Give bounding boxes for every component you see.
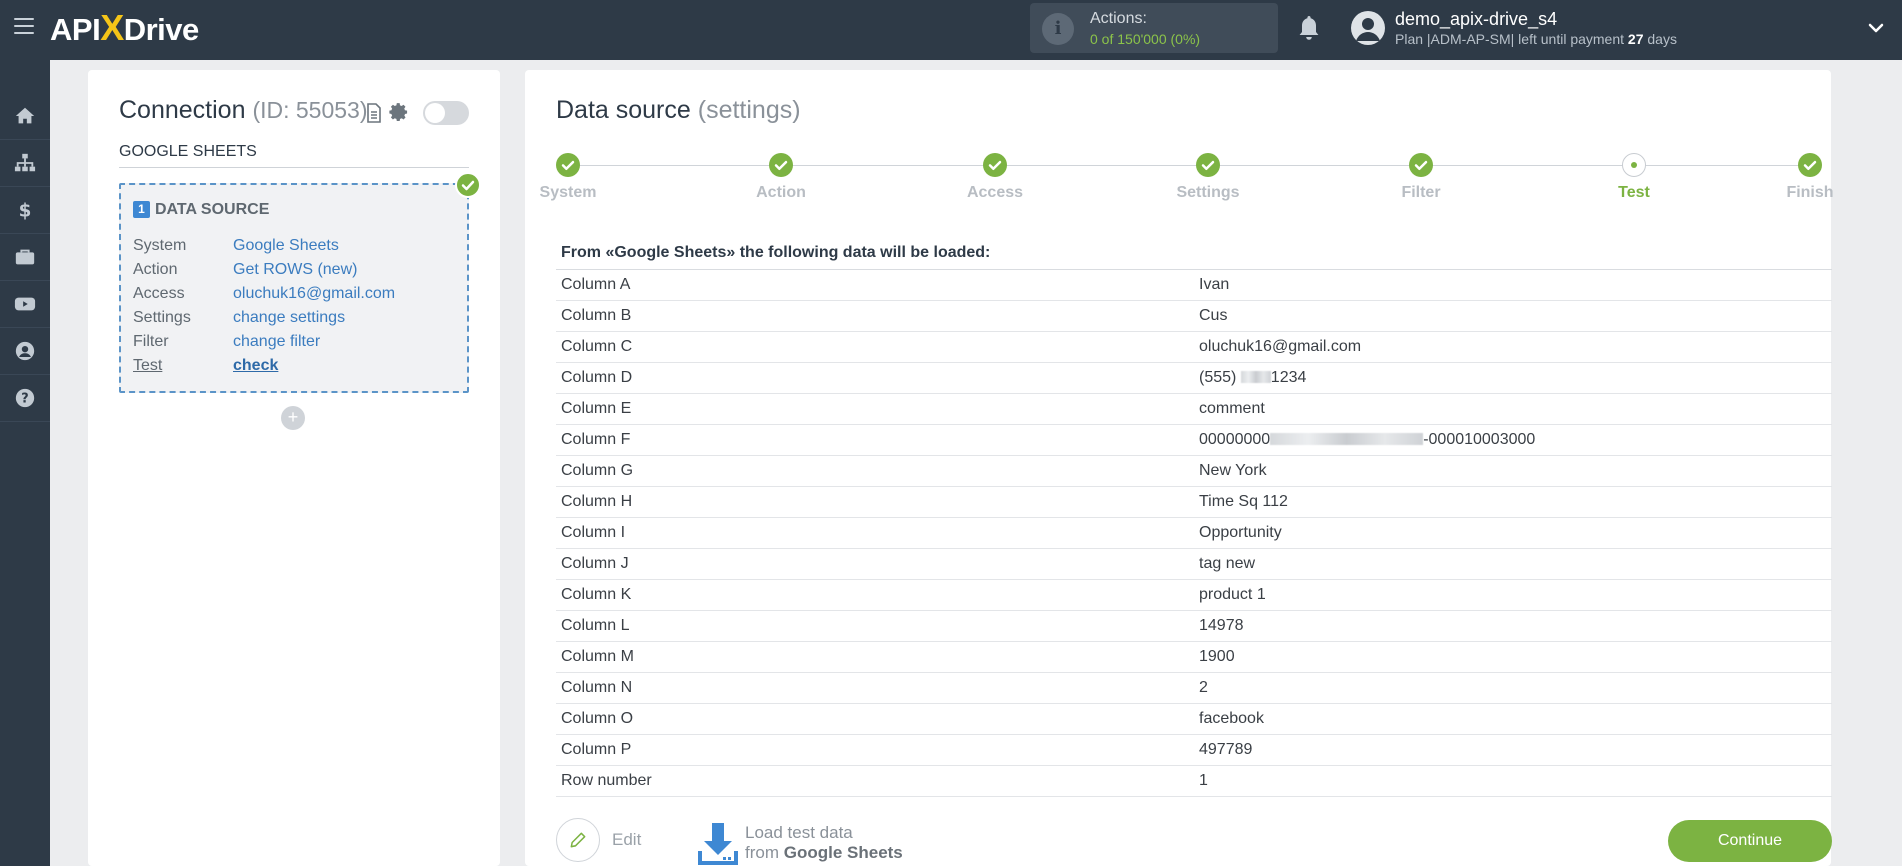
check-icon bbox=[556, 153, 580, 177]
check-icon bbox=[455, 172, 481, 198]
step-settings[interactable]: Settings bbox=[1148, 153, 1268, 202]
test-link[interactable]: check bbox=[233, 357, 278, 375]
check-icon bbox=[769, 153, 793, 177]
svg-text:?: ? bbox=[21, 392, 28, 407]
filter-link[interactable]: change filter bbox=[233, 333, 320, 351]
table-row: Column Ofacebook bbox=[556, 704, 1832, 735]
table-row: Column Kproduct 1 bbox=[556, 580, 1832, 611]
actions-label: Actions: bbox=[1090, 10, 1147, 27]
dollar-icon[interactable]: $ bbox=[0, 187, 50, 234]
sitemap-icon[interactable] bbox=[0, 140, 50, 187]
edit-button[interactable]: Edit bbox=[556, 818, 641, 862]
data-source-panel: Data source (settings) System Action Acc… bbox=[525, 70, 1834, 866]
service-name: GOOGLE SHEETS bbox=[119, 143, 469, 168]
avatar[interactable] bbox=[1351, 11, 1385, 45]
help-icon[interactable]: ? bbox=[0, 375, 50, 422]
settings-link[interactable]: change settings bbox=[233, 309, 345, 327]
table-row: Column A Ivan bbox=[556, 270, 1832, 301]
connection-panel: Connection (ID: 55053) GOOGLE SHEETS 1 DA… bbox=[88, 70, 500, 866]
check-icon bbox=[1409, 153, 1433, 177]
check-icon bbox=[1196, 153, 1220, 177]
user-icon[interactable] bbox=[0, 328, 50, 375]
actions-value: 0 of 150'000 (0%) bbox=[1090, 31, 1201, 47]
toggle-knob bbox=[425, 103, 445, 123]
step-finish[interactable]: Finish bbox=[1750, 153, 1870, 202]
system-link[interactable]: Google Sheets bbox=[233, 237, 339, 255]
check-icon bbox=[1798, 153, 1822, 177]
table-row: Column B Cus bbox=[556, 301, 1832, 332]
step-action[interactable]: Action bbox=[721, 153, 841, 202]
table-row: Column M 1900 bbox=[556, 642, 1832, 673]
step-system[interactable]: System bbox=[508, 153, 628, 202]
table-row: Row number 1 bbox=[556, 766, 1832, 797]
table-row: Column P 497789 bbox=[556, 735, 1832, 766]
card-title: 1 DATA SOURCE bbox=[133, 201, 269, 219]
data-preview-table: From «Google Sheets» the following data … bbox=[556, 236, 1832, 797]
pencil-icon bbox=[556, 818, 600, 862]
download-icon bbox=[698, 823, 738, 865]
table-row: Column F 00000000 -000010003000 bbox=[556, 425, 1832, 456]
apixdrive-logo[interactable]: APIXDrive bbox=[50, 10, 199, 48]
plan-info: Plan |ADM-AP-SM| left until payment 27 d… bbox=[1395, 31, 1677, 47]
sidebar: $ ? bbox=[0, 60, 50, 866]
chevron-down-icon[interactable] bbox=[1866, 18, 1886, 38]
data-source-card[interactable]: 1 DATA SOURCE System Google Sheets Action G… bbox=[119, 183, 469, 393]
table-row: Column N2 bbox=[556, 673, 1832, 704]
access-link[interactable]: oluchuk16@gmail.com bbox=[233, 285, 395, 303]
briefcase-icon[interactable] bbox=[0, 234, 50, 281]
add-step-button[interactable]: + bbox=[281, 406, 305, 430]
step-access[interactable]: Access bbox=[935, 153, 1055, 202]
connection-title: Connection (ID: 55053) bbox=[119, 96, 368, 124]
page-title: Data source (settings) bbox=[556, 96, 801, 124]
table-row: Column D (555) 1234 bbox=[556, 363, 1832, 394]
connection-toggle[interactable] bbox=[423, 101, 469, 125]
table-row: Column I Opportunity bbox=[556, 518, 1832, 549]
table-row: Column Coluchuk16@gmail.com bbox=[556, 332, 1832, 363]
home-icon[interactable] bbox=[0, 93, 50, 140]
menu-icon[interactable] bbox=[14, 18, 34, 34]
svg-text:$: $ bbox=[19, 200, 32, 221]
document-icon[interactable] bbox=[366, 103, 382, 123]
check-icon bbox=[983, 153, 1007, 177]
step-filter[interactable]: Filter bbox=[1361, 153, 1481, 202]
actions-counter[interactable]: i Actions: 0 of 150'000 (0%) bbox=[1030, 3, 1278, 53]
top-bar: APIXDrive i Actions: 0 of 150'000 (0%) d… bbox=[0, 0, 1902, 60]
continue-button[interactable]: Continue bbox=[1668, 820, 1832, 862]
redacted-value bbox=[1240, 371, 1271, 383]
video-icon[interactable] bbox=[0, 281, 50, 328]
bell-icon[interactable] bbox=[1297, 14, 1321, 42]
table-header: From «Google Sheets» the following data … bbox=[556, 236, 1832, 270]
user-name[interactable]: demo_apix-drive_s4 bbox=[1395, 9, 1557, 30]
table-row: Column H Time Sq 112 bbox=[556, 487, 1832, 518]
table-row: Column G New York bbox=[556, 456, 1832, 487]
table-row: Column Jtag new bbox=[556, 549, 1832, 580]
info-icon: i bbox=[1042, 13, 1074, 45]
table-row: Column Ecomment bbox=[556, 394, 1832, 425]
table-row: Column L 14978 bbox=[556, 611, 1832, 642]
step-test[interactable]: Test bbox=[1574, 153, 1694, 202]
action-link[interactable]: Get ROWS (new) bbox=[233, 261, 357, 279]
current-step-dot bbox=[1622, 153, 1646, 177]
gear-icon[interactable] bbox=[388, 102, 410, 124]
redacted-value bbox=[1270, 433, 1424, 445]
